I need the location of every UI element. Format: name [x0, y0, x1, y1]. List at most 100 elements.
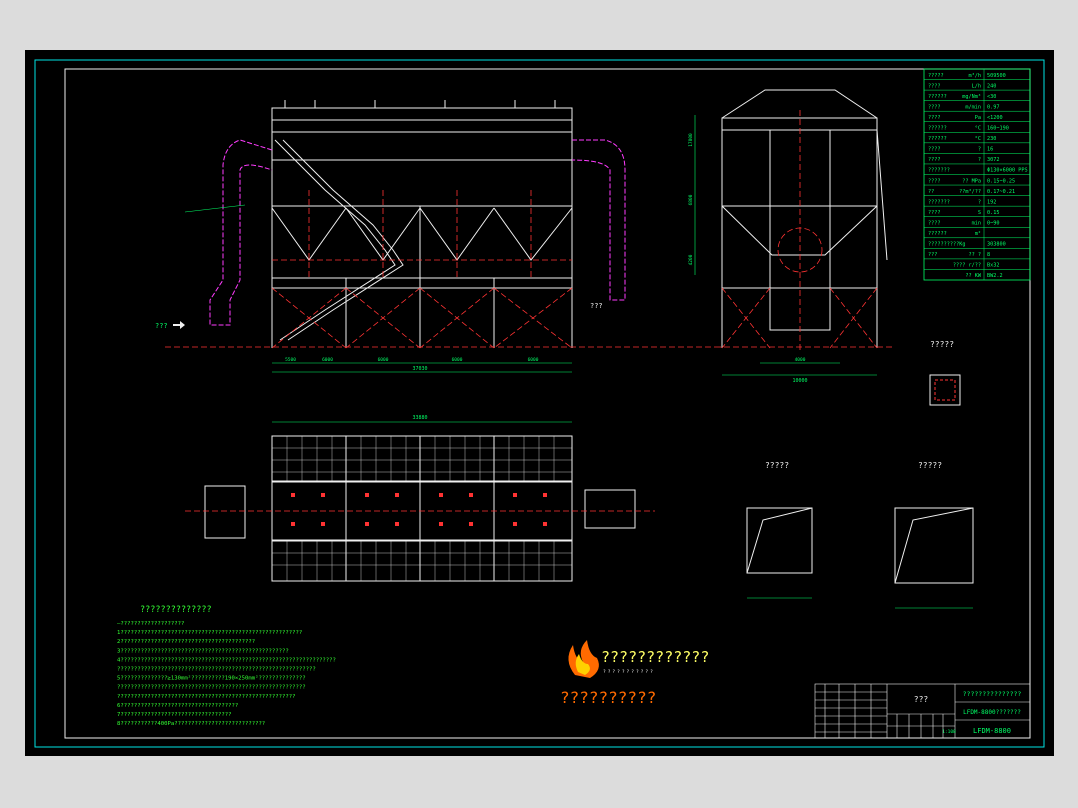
- title-main-cell: ???: [914, 695, 929, 704]
- notes-title: ??????????????: [140, 605, 212, 615]
- spec-value: 303800: [987, 242, 1006, 248]
- spec-value: 0.15~0.25: [987, 178, 1015, 184]
- logo-line-1: ????????????: [601, 648, 709, 666]
- spec-row: ??????????Kg 303800: [924, 237, 1030, 249]
- spec-row: ?????? °C 160~190: [924, 121, 1030, 133]
- spec-name: ????: [928, 115, 941, 121]
- spec-name: ??: [928, 189, 934, 195]
- spec-row: ?? KW BW2.2: [924, 269, 1030, 280]
- spec-name: ????: [928, 104, 941, 110]
- side-bay-dim: 6000: [322, 357, 333, 363]
- side-elevation: [271, 100, 573, 348]
- spec-name: ???????: [928, 168, 950, 174]
- spec-row: ?????? mg/Nm³ <30: [924, 89, 1030, 101]
- section-3-diagonal: [894, 507, 974, 584]
- title-model: LFDM-8800: [973, 727, 1011, 735]
- title-scale: 1:100: [942, 729, 956, 735]
- spec-unit: ?? MPa: [962, 178, 981, 184]
- inlet-arrow-icon: [173, 321, 185, 329]
- spec-table: ????? m³/h 509500???? L/h 240?????? mg/Nm³ <30…: [923, 68, 1031, 281]
- spec-value: <1200: [987, 115, 1003, 121]
- note-line: 8???????????400Pa???????????????????????…: [117, 721, 265, 727]
- note-line: 4???????????????????????????????????????…: [117, 657, 336, 663]
- spec-unit: ?: [978, 147, 981, 153]
- cad-viewport[interactable]: 37030 ??? ??? 10000 33880 ????? ????? ??…: [25, 50, 1054, 756]
- spec-name: ???: [928, 252, 937, 258]
- spec-name: ????: [928, 147, 941, 153]
- spec-value: 0.17~0.21: [987, 189, 1015, 195]
- section-3-outline: [894, 507, 974, 584]
- note-line: —???????????????????: [117, 621, 184, 627]
- spec-name: ??????: [928, 126, 947, 132]
- height-dim: 4200: [688, 254, 694, 265]
- spec-unit: L/h: [972, 83, 981, 89]
- spec-name: ????: [928, 210, 941, 216]
- section-1-inner: [934, 379, 956, 401]
- note-line: 5??????????????≥130mm²??????????190×250m…: [117, 675, 306, 682]
- spec-row: ???? Pa <1200: [924, 110, 1030, 122]
- spec-value: Φ130×6000 PPS: [987, 168, 1028, 174]
- spec-row: ?????? m²: [924, 227, 1030, 238]
- side-total-dim: 37030: [412, 366, 427, 372]
- spec-value: BW2.2: [987, 273, 1003, 279]
- side-bracing: [165, 190, 715, 349]
- note-line: 6???????????????????????????????????: [117, 703, 238, 709]
- spec-value: 230: [987, 136, 996, 142]
- spec-row: ???? m/min 0.97: [924, 100, 1030, 112]
- spec-row: ???? S 0.15: [924, 205, 1030, 217]
- section-1-label: ?????: [930, 340, 954, 349]
- note-line: 1???????????????????????????????????????…: [117, 630, 302, 636]
- section-2-label: ?????: [765, 461, 789, 470]
- plan-view: [204, 435, 636, 582]
- end-bracing: [715, 110, 895, 350]
- spec-unit: ???? r/??: [953, 263, 981, 269]
- spec-value: 160~190: [987, 126, 1009, 132]
- spec-name: ?????: [928, 73, 944, 79]
- spec-value: 16: [987, 147, 993, 153]
- spec-name: ??????: [928, 136, 947, 142]
- spec-row: ???????? 192: [924, 195, 1030, 207]
- height-dim: 6800: [688, 194, 694, 205]
- spec-value: <30: [987, 94, 996, 100]
- spec-row: ?????? °C 230: [924, 132, 1030, 143]
- note-line: 7?????????????????????????????????: [117, 712, 232, 718]
- inner-frame: [64, 68, 1031, 739]
- plan-grid: [272, 436, 572, 581]
- spec-value: 8: [987, 252, 990, 258]
- note-line: ????????????????????????????????????????…: [117, 694, 296, 700]
- spec-row: ????? 16: [924, 142, 1030, 154]
- plan-valves: [291, 493, 547, 526]
- spec-unit: ?? KW: [965, 273, 981, 279]
- spec-row: ??????? Φ130×6000 PPS: [924, 163, 1030, 175]
- spec-value: 3072: [987, 157, 1000, 163]
- section-3-label: ?????: [918, 461, 942, 470]
- spec-name: ???????: [928, 199, 950, 205]
- spec-name: ????: [928, 83, 941, 89]
- spec-unit: °C: [975, 126, 981, 132]
- spec-row: ???? L/h 240: [924, 79, 1030, 91]
- note-line: ????????????????????????????????????????…: [117, 685, 306, 691]
- spec-unit: °C: [975, 136, 981, 142]
- spec-row: ???? r/?? Bx32: [924, 258, 1030, 270]
- spec-row: ??? ?? ? 8: [924, 248, 1030, 259]
- side-bay-dim: 6000: [452, 357, 463, 363]
- spec-unit: Pa: [975, 115, 981, 121]
- spec-unit: ??m³/??: [959, 189, 981, 195]
- end-width-dim: 10000: [792, 378, 807, 384]
- spec-unit: ?: [978, 199, 981, 205]
- spec-name: ??????: [928, 94, 947, 100]
- note-line: 2???????????????????????????????????????…: [117, 639, 255, 645]
- spec-unit: m³/h: [969, 73, 982, 79]
- spec-value: 0.97: [987, 104, 1000, 110]
- note-line: 3???????????????????????????????????????…: [117, 648, 289, 654]
- spec-name: ??????: [928, 231, 947, 237]
- spec-unit: ?: [978, 157, 981, 163]
- cad-drawing: 37030 ??? ??? 10000 33880 ????? ????? ??…: [34, 59, 1045, 748]
- title-company: ???????????????: [963, 690, 1022, 698]
- note-line: ????????????????????????????????????????…: [117, 667, 316, 673]
- plan-total-dim: 33880: [412, 415, 427, 421]
- spec-name: ????: [928, 220, 941, 226]
- side-bay-dim: 6000: [378, 357, 389, 363]
- spec-name: ????: [928, 157, 941, 163]
- end-elevation: [721, 89, 888, 348]
